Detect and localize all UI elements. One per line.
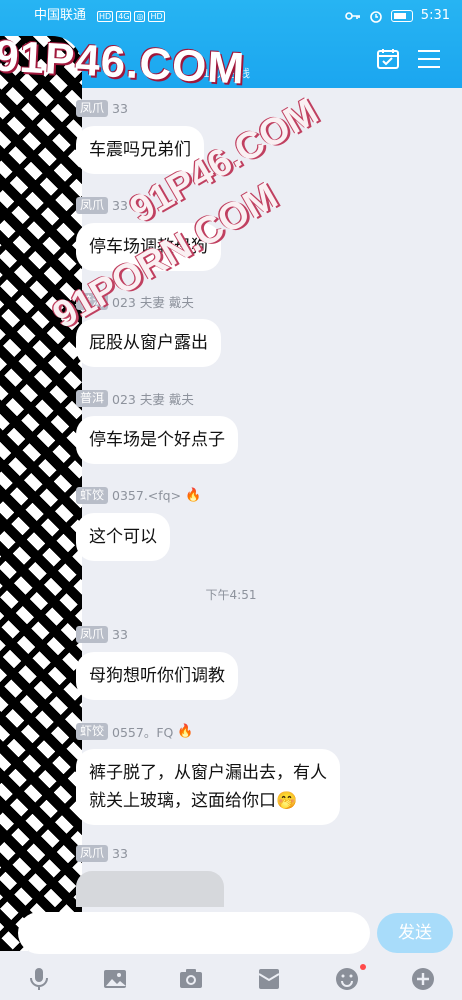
- message-item: 虾饺 0557。FQ 🔥 裤子脱了，从窗户漏出去，有人 就关上玻璃，这面给你口🤭: [76, 721, 340, 825]
- carrier-label: 中国联通: [34, 8, 87, 23]
- message-bubble[interactable]: 裤子脱了，从窗户漏出去，有人 就关上玻璃，这面给你口🤭: [76, 749, 340, 825]
- sender-meta: 凤爪 33: [76, 98, 204, 118]
- fire-icon: 🔥: [185, 487, 202, 503]
- emoji-notification-dot: [360, 964, 366, 970]
- sender-badge: 凤爪: [76, 844, 109, 862]
- key-icon: [344, 12, 360, 20]
- message-bubble[interactable]: 这个可以: [76, 513, 170, 561]
- send-button[interactable]: 发送: [377, 913, 453, 953]
- microphone-icon[interactable]: [26, 966, 52, 992]
- message-item: 凤爪 33 母狗想听你们调教: [76, 624, 238, 700]
- sender-tag: 0557。FQ: [112, 724, 174, 740]
- input-toolbar: [0, 960, 462, 1000]
- hd-badge: HD: [97, 10, 114, 22]
- image-icon[interactable]: [102, 966, 128, 992]
- sender-tag: 33: [112, 100, 128, 116]
- sender-meta: 虾饺 0357.<fq> 🔥: [76, 485, 201, 505]
- message-item: 凤爪 33: [76, 843, 224, 907]
- clock-time: 5:31: [420, 8, 450, 23]
- sender-badge: 普洱: [76, 389, 109, 407]
- signal-4g-badge: 4G: [116, 10, 132, 22]
- message-input[interactable]: [18, 912, 370, 954]
- sender-badge: 凤爪: [76, 625, 109, 643]
- sender-badge: 凤爪: [76, 196, 109, 214]
- sender-badge: 虾饺: [76, 486, 109, 504]
- plus-icon[interactable]: [410, 966, 436, 992]
- status-right: 5:31: [344, 0, 450, 32]
- sender-tag: 33: [112, 845, 128, 861]
- battery-icon: [390, 10, 413, 22]
- time-divider: 下午4:51: [205, 588, 257, 602]
- message-line: 就关上玻璃，这面给你口🤭: [89, 791, 298, 811]
- sender-meta: 凤爪 33: [76, 624, 238, 644]
- calendar-icon[interactable]: [376, 48, 400, 70]
- message-line: 裤子脱了，从窗户漏出去，有人: [89, 763, 327, 783]
- message-bubble[interactable]: 停车场是个好点子: [76, 416, 238, 464]
- message-item: 虾饺 0357.<fq> 🔥 这个可以: [76, 485, 201, 561]
- red-packet-icon[interactable]: [256, 966, 282, 992]
- emoji-icon[interactable]: [334, 966, 360, 992]
- sender-tag: 0357.<fq>: [112, 487, 182, 503]
- camera-icon[interactable]: [178, 966, 204, 992]
- hd-badge-2: HD: [148, 10, 165, 22]
- sender-meta: 虾饺 0557。FQ 🔥: [76, 721, 340, 741]
- network-indicators: HD 4G ◎ HD: [97, 0, 165, 32]
- menu-icon[interactable]: [418, 50, 440, 68]
- message-item: 普洱 023 夫妻 戴夫 停车场是个好点子: [76, 388, 238, 464]
- message-bubble[interactable]: 母狗想听你们调教: [76, 652, 238, 700]
- status-bar: 中国联通 HD 4G ◎ HD 5:31: [0, 0, 462, 32]
- sender-meta: 普洱 023 夫妻 戴夫: [76, 388, 238, 408]
- sender-badge: 虾饺: [76, 722, 109, 740]
- fire-icon: 🔥: [177, 723, 194, 739]
- notification-badge: ◎: [134, 10, 146, 22]
- censor-overlay: [0, 36, 82, 951]
- sender-badge: 凤爪: [76, 99, 109, 117]
- sender-meta: 凤爪 33: [76, 843, 224, 863]
- sender-tag: 023 夫妻 戴夫: [112, 391, 194, 407]
- sender-tag: 33: [112, 626, 128, 642]
- image-message-preview[interactable]: [76, 871, 224, 907]
- alarm-icon: [369, 11, 382, 23]
- message-bubble[interactable]: 屁股从窗户露出: [76, 319, 221, 367]
